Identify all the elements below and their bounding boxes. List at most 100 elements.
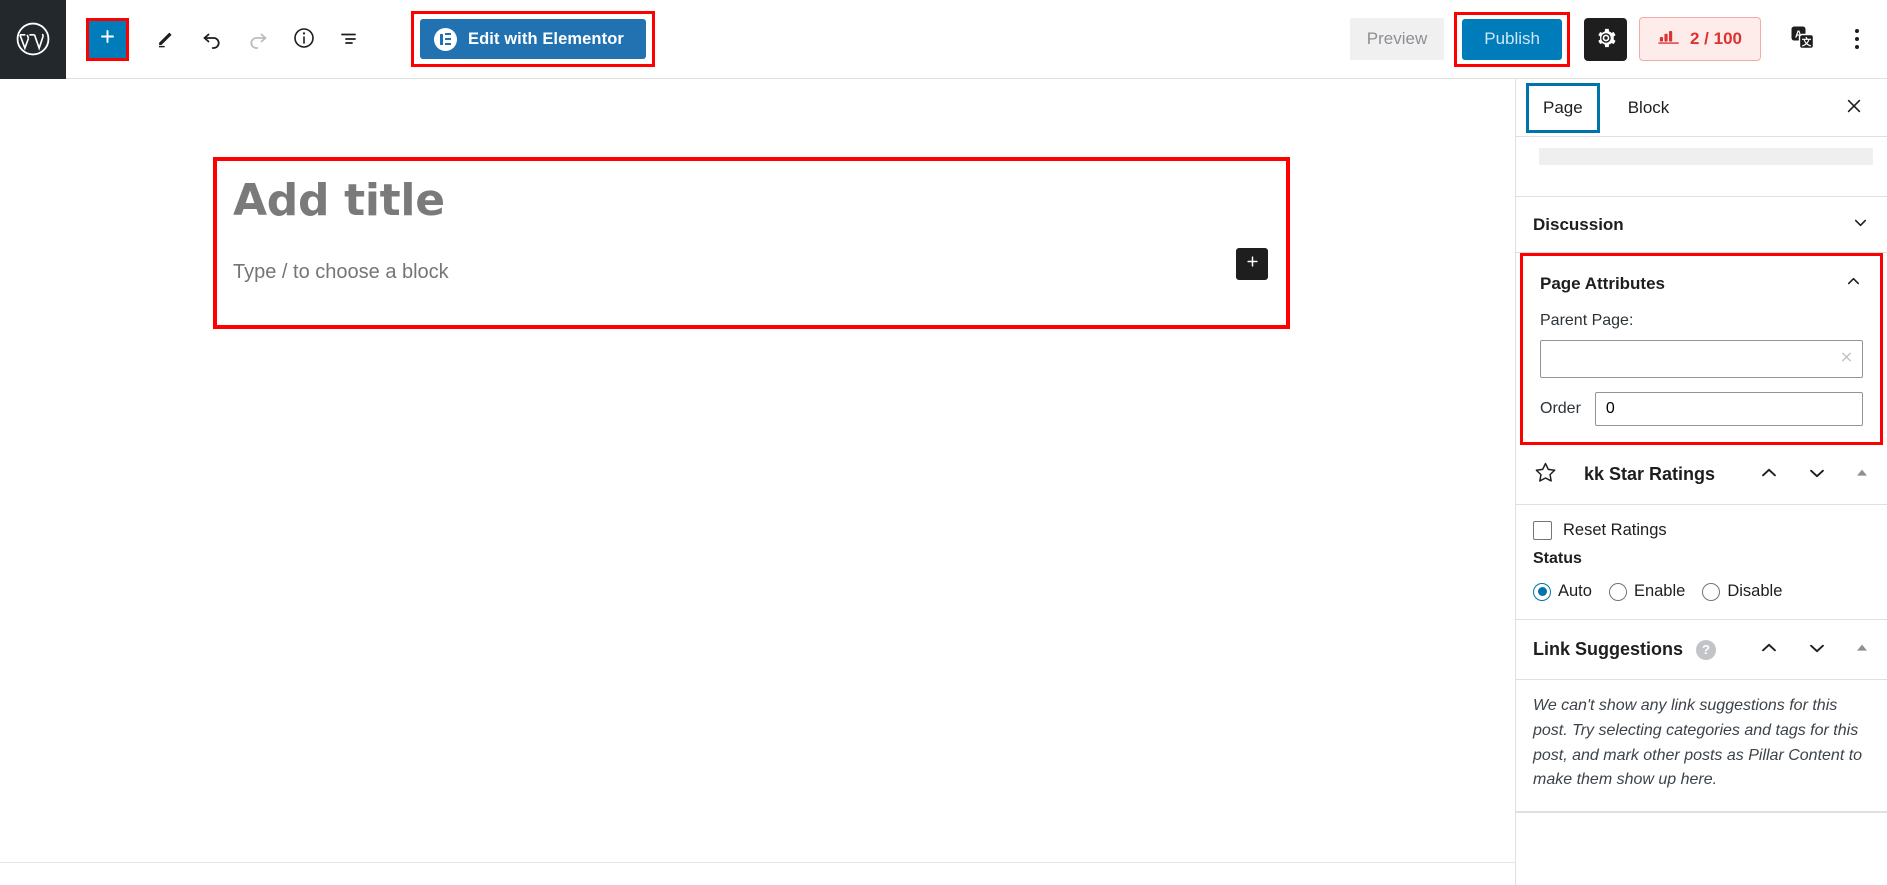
order-field-row: Order: [1540, 392, 1863, 426]
radio-auto[interactable]: [1533, 582, 1551, 601]
move-down-button[interactable]: [1806, 637, 1828, 662]
status-option-disable-label: Disable: [1727, 582, 1783, 600]
close-icon: [1844, 96, 1864, 119]
redo-icon: [246, 26, 270, 53]
move-down-button[interactable]: [1806, 462, 1828, 487]
wordpress-logo-button[interactable]: [0, 0, 66, 79]
add-block-highlight: [86, 17, 129, 61]
publish-highlight: Publish: [1454, 11, 1570, 67]
reset-ratings-row[interactable]: Reset Ratings: [1533, 521, 1870, 540]
edit-with-elementor-button[interactable]: Edit with Elementor: [420, 19, 646, 59]
status-option-disable[interactable]: Disable: [1702, 582, 1782, 601]
parent-page-input[interactable]: [1540, 340, 1863, 378]
preview-button[interactable]: Preview: [1349, 18, 1445, 60]
more-options-icon: [1855, 29, 1859, 33]
status-radio-group: Auto Enable Disable: [1533, 582, 1870, 601]
plus-icon: [98, 27, 117, 51]
chevron-up-icon: [1758, 637, 1780, 662]
translate-button[interactable]: A 文: [1783, 19, 1823, 59]
wordpress-logo-icon: [15, 21, 51, 57]
chevron-down-icon: [1851, 213, 1870, 237]
post-title-input[interactable]: Add title: [233, 175, 445, 226]
sidebar-divider: [1516, 812, 1887, 814]
settings-sidebar: Page Block Discussion Page Attributes Pa…: [1515, 79, 1887, 885]
settings-button[interactable]: [1584, 17, 1627, 61]
order-label: Order: [1540, 400, 1581, 417]
collapse-toggle-button[interactable]: [1854, 465, 1870, 484]
status-option-enable[interactable]: Enable: [1608, 582, 1686, 601]
more-options-icon: [1855, 45, 1859, 49]
parent-page-label: Parent Page:: [1540, 312, 1634, 329]
star-outline-icon: [1533, 460, 1558, 490]
rank-math-icon: [1658, 29, 1680, 50]
info-icon: [292, 26, 316, 53]
panel-placeholder-bar: [1539, 148, 1873, 165]
panel-link-suggestions-header[interactable]: Link Suggestions ?: [1516, 620, 1887, 680]
panel-kk-controls: [1758, 462, 1870, 487]
add-block-button[interactable]: [89, 20, 126, 58]
status-option-auto[interactable]: Auto: [1533, 582, 1592, 601]
details-info-button[interactable]: [281, 16, 327, 62]
empty-paragraph-block[interactable]: Type / to choose a block: [233, 261, 449, 284]
edit-pencil-icon: [155, 27, 177, 52]
order-input[interactable]: [1594, 392, 1863, 426]
gear-icon: [1595, 27, 1617, 52]
panel-page-attributes-label: Page Attributes: [1540, 274, 1666, 293]
status-option-auto-label: Auto: [1558, 582, 1592, 600]
plus-icon: [1245, 254, 1260, 274]
document-highlight-frame: Add title Type / to choose a block: [213, 157, 1290, 329]
editor-top-bar: Edit with Elementor Preview Publish 2 / …: [0, 0, 1887, 79]
chevron-up-icon: [1844, 272, 1863, 296]
radio-enable[interactable]: [1608, 582, 1627, 601]
edit-with-elementor-label: Edit with Elementor: [468, 29, 624, 48]
seo-score-badge[interactable]: 2 / 100: [1639, 17, 1761, 61]
svg-text:文: 文: [1801, 36, 1812, 48]
panel-discussion[interactable]: Discussion: [1516, 197, 1887, 253]
tab-page[interactable]: Page: [1529, 86, 1597, 130]
collapse-toggle-button[interactable]: [1854, 640, 1870, 659]
panel-link-suggestions-label: Link Suggestions: [1533, 639, 1684, 659]
panel-kk-star-ratings-header[interactable]: kk Star Ratings: [1516, 445, 1887, 505]
page-attributes-highlight: Page Attributes Parent Page: Order: [1520, 253, 1883, 445]
status-label: Status: [1533, 550, 1582, 567]
close-sidebar-button[interactable]: [1838, 92, 1870, 124]
chevron-up-icon: [1758, 462, 1780, 487]
top-bar-left-tools: Edit with Elementor: [66, 11, 655, 67]
parent-page-field-row: [1540, 340, 1863, 378]
tab-block[interactable]: Block: [1614, 86, 1684, 130]
elementor-logo-icon: [434, 27, 457, 51]
top-bar-right-tools: Preview Publish 2 / 100 A 文: [1349, 11, 1887, 67]
chevron-down-icon: [1806, 637, 1828, 662]
panel-discussion-label: Discussion: [1533, 214, 1624, 234]
status-option-enable-label: Enable: [1633, 582, 1686, 600]
editor-canvas: Add title Type / to choose a block: [0, 79, 1515, 885]
panel-spacer: [1516, 165, 1887, 197]
panel-kk-star-ratings-label: kk Star Ratings: [1584, 464, 1716, 484]
radio-disable[interactable]: [1702, 582, 1721, 601]
publish-button[interactable]: Publish: [1462, 18, 1562, 60]
inline-add-block-button[interactable]: [1236, 248, 1268, 280]
more-options-button[interactable]: [1837, 16, 1877, 62]
link-suggestions-notice: We can't show any link suggestions for t…: [1516, 680, 1887, 813]
clear-icon[interactable]: [1839, 350, 1854, 369]
list-view-icon: [338, 26, 362, 53]
tools-pencil-button[interactable]: [143, 16, 189, 62]
canvas-divider: [0, 862, 1515, 863]
reset-ratings-checkbox[interactable]: [1533, 521, 1552, 540]
sidebar-tabs: Page Block: [1516, 79, 1887, 137]
help-icon[interactable]: ?: [1696, 639, 1717, 660]
elementor-highlight: Edit with Elementor: [411, 11, 655, 67]
move-up-button[interactable]: [1758, 462, 1780, 487]
list-view-button[interactable]: [327, 16, 373, 62]
move-up-button[interactable]: [1758, 637, 1780, 662]
translate-icon: A 文: [1790, 25, 1816, 54]
collapse-triangle-icon: [1854, 465, 1870, 484]
undo-icon: [200, 26, 224, 53]
collapse-triangle-icon: [1854, 640, 1870, 659]
panel-kk-star-ratings-body: Reset Ratings Status Auto Enable Disable: [1516, 505, 1887, 620]
redo-button[interactable]: [235, 16, 281, 62]
page-attributes-body: Parent Page: Order: [1523, 312, 1880, 442]
undo-button[interactable]: [189, 16, 235, 62]
panel-page-attributes[interactable]: Page Attributes: [1523, 256, 1880, 312]
tab-page-highlight: Page: [1526, 82, 1600, 133]
